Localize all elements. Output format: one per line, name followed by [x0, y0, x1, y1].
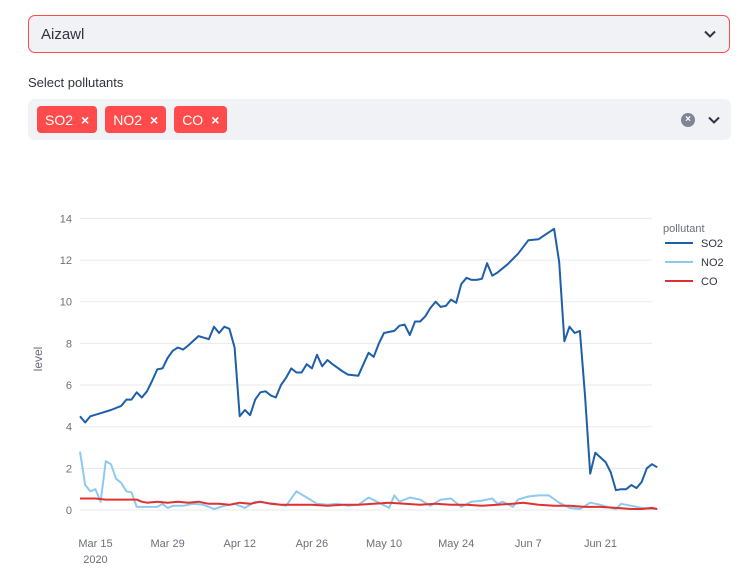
y-tick-label: 6: [66, 380, 72, 392]
tag-label: SO2: [45, 111, 74, 128]
series-lines: [79, 227, 658, 510]
chevron-down-icon[interactable]: [703, 27, 717, 41]
y-tick-label: 2: [66, 463, 72, 475]
remove-tag-icon[interactable]: ×: [150, 113, 158, 127]
line-chart[interactable]: 0 2 4 6 8 10 12 14 Mar 15 2020 Mar 29 Apr 12 Apr 26…: [0, 150, 746, 570]
city-select[interactable]: Aizawl: [28, 15, 730, 53]
selected-tags: SO2 × NO2 × CO ×: [37, 106, 681, 133]
chevron-down-icon[interactable]: [707, 113, 721, 127]
x-axis-ticks: Mar 15 2020 Mar 29 Apr 12 Apr 26 May 10 May 24…: [78, 538, 617, 566]
y-tick-label: 4: [66, 422, 72, 434]
grid-lines: [80, 217, 652, 511]
city-select-value: Aizawl: [41, 25, 85, 43]
pollutant-multiselect[interactable]: SO2 × NO2 × CO × ×: [28, 99, 731, 140]
tag-label: NO2: [113, 111, 142, 128]
x-tick-label: Jun 21: [584, 538, 617, 550]
chart-container: 0 2 4 6 8 10 12 14 Mar 15 2020 Mar 29 Apr 12 Apr 26…: [0, 150, 746, 570]
tag-no2: NO2 ×: [105, 106, 167, 133]
x-tick-label: Mar 29: [150, 538, 184, 550]
tag-so2: SO2 ×: [37, 106, 98, 133]
series-line-no2: [79, 451, 658, 510]
y-tick-label: 12: [60, 255, 72, 267]
remove-tag-icon[interactable]: ×: [81, 113, 89, 127]
y-tick-label: 8: [66, 338, 72, 350]
x-tick-label: May 24: [438, 538, 474, 550]
legend-title: pollutant: [663, 223, 705, 235]
legend-item-co: CO: [701, 276, 718, 288]
legend-item-so2: SO2: [701, 238, 723, 250]
remove-tag-icon[interactable]: ×: [211, 113, 219, 127]
x-tick-label: Apr 26: [296, 538, 328, 550]
y-tick-label: 14: [60, 213, 72, 225]
x-tick-label: May 10: [366, 538, 402, 550]
legend-item-no2: NO2: [701, 257, 724, 269]
series-line-so2: [79, 227, 658, 492]
x-tick-year-label: 2020: [83, 554, 107, 566]
tag-co: CO ×: [174, 106, 228, 133]
y-axis-title: level: [31, 347, 45, 372]
legend[interactable]: pollutant SO2 NO2 CO: [663, 223, 724, 288]
x-tick-label: Jun 7: [515, 538, 542, 550]
y-tick-label: 0: [66, 505, 72, 517]
y-axis-ticks: 0 2 4 6 8 10 12 14: [60, 213, 72, 517]
x-tick-label: Apr 12: [224, 538, 256, 550]
x-tick-label: Mar 15: [78, 538, 112, 550]
y-tick-label: 10: [60, 297, 72, 309]
tag-label: CO: [182, 111, 204, 128]
pollutant-select-label: Select pollutants: [28, 75, 124, 90]
clear-all-icon[interactable]: ×: [681, 112, 695, 127]
